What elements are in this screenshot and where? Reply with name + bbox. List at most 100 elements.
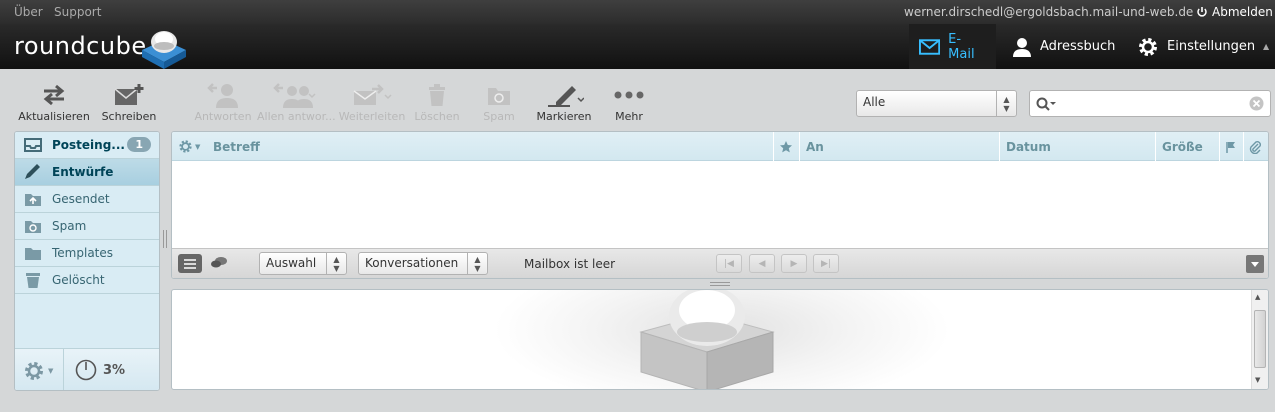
list-view-button[interactable] — [178, 254, 202, 273]
gear-icon — [25, 362, 43, 380]
spam-label: Spam — [483, 110, 515, 123]
search-options-icon[interactable] — [1036, 97, 1056, 111]
previous-page-button[interactable]: ◀ — [749, 254, 775, 273]
support-link[interactable]: Support — [54, 5, 101, 19]
list-options-button[interactable]: ▼ — [178, 139, 200, 154]
about-link[interactable]: Über — [14, 5, 43, 19]
delete-label: Löschen — [414, 110, 460, 123]
refresh-button[interactable]: Aktualisieren — [18, 81, 90, 123]
mark-button[interactable]: Markieren — [534, 81, 594, 123]
column-subject-label: Betreff — [213, 139, 260, 154]
username: werner.dirschedl@ergoldsbach.mail-und-we… — [904, 5, 1194, 19]
select-arrows-icon: ▲ ▼ — [996, 91, 1016, 116]
mark-label: Markieren — [536, 110, 592, 123]
compose-button[interactable]: Schreiben — [100, 81, 158, 123]
reply-button[interactable]: Antworten — [194, 81, 252, 123]
last-page-icon: ▶| — [821, 258, 831, 269]
header-collapse-icon[interactable]: ▲ — [1263, 42, 1269, 51]
folder-trash[interactable]: Gelöscht — [15, 267, 159, 294]
search-box — [1029, 90, 1271, 117]
task-addressbook-label: Adressbuch — [1040, 39, 1116, 54]
select-menu-value: Auswahl — [266, 256, 317, 270]
preview-pane: ▲ ▼ — [171, 289, 1269, 390]
gear-icon — [1139, 37, 1157, 56]
column-date[interactable]: Datum — [999, 132, 1155, 161]
roundcube-logo-icon — [142, 31, 186, 69]
task-settings[interactable]: Einstellungen — [1127, 24, 1265, 69]
list-lines-icon — [184, 258, 196, 269]
message-list: ▼ Betreff An Datum Größe Auswahl ▲ ▼ Konv… — [171, 131, 1269, 279]
vertical-splitter[interactable] — [163, 230, 164, 248]
dropdown-arrow-icon: ▼ — [195, 142, 201, 151]
more-button[interactable]: Mehr — [608, 81, 650, 123]
quota-display: 3% — [75, 359, 125, 381]
envelope-icon — [919, 38, 941, 55]
footer-divider — [63, 349, 64, 390]
select-arrows-icon: ▲ ▼ — [467, 253, 487, 274]
folder-inbox[interactable]: Posteing... 1 — [15, 132, 159, 159]
folder-settings-button[interactable]: ▼ — [23, 360, 53, 382]
forward-icon — [353, 84, 392, 105]
reply-all-label: Allen antwor... — [257, 110, 336, 123]
reply-icon — [207, 83, 238, 108]
folder-drafts[interactable]: Entwürfe — [15, 159, 159, 186]
reply-all-button[interactable]: Allen antwor... — [257, 81, 336, 123]
pencil-icon — [25, 164, 40, 179]
folder-drafts-label: Entwürfe — [52, 165, 114, 179]
column-size[interactable]: Größe — [1155, 132, 1219, 161]
preview-scrollbar[interactable]: ▲ ▼ — [1251, 290, 1268, 389]
column-flag[interactable] — [1219, 132, 1243, 161]
first-page-button[interactable]: |◀ — [716, 254, 742, 273]
search-input[interactable] — [1060, 94, 1240, 113]
clear-search-icon[interactable] — [1249, 96, 1264, 111]
folder-spam[interactable]: Spam — [15, 213, 159, 240]
logout-label: Abmelden — [1212, 5, 1273, 19]
folder-inbox-label: Posteing... — [52, 138, 125, 152]
logo-text: roundcube — [14, 32, 147, 60]
paperclip-icon — [1249, 140, 1261, 154]
spam-button[interactable]: Spam — [476, 81, 522, 123]
scroll-down-icon[interactable]: ▼ — [1255, 376, 1260, 384]
logo[interactable]: roundcube — [14, 32, 147, 60]
person-icon — [1013, 37, 1031, 57]
quota-value: 3% — [103, 362, 126, 378]
horizontal-splitter[interactable] — [710, 282, 730, 283]
next-page-button[interactable]: ▶ — [781, 254, 807, 273]
task-email[interactable]: E-Mail — [909, 24, 996, 69]
task-email-label: E-Mail — [948, 31, 975, 62]
trash-icon — [26, 273, 40, 288]
folder-sent[interactable]: Gesendet — [15, 186, 159, 213]
delete-button[interactable]: Löschen — [412, 81, 462, 123]
collapse-arrow-icon — [1251, 262, 1259, 267]
filter-select[interactable]: Alle ▲ ▼ — [856, 90, 1017, 117]
gear-icon — [179, 140, 192, 153]
folder-list-empty-area — [15, 294, 159, 348]
spam-icon — [488, 88, 510, 105]
task-addressbook[interactable]: Adressbuch — [1002, 24, 1125, 69]
column-size-label: Größe — [1162, 139, 1203, 154]
logout-button[interactable]: Abmelden — [1196, 5, 1273, 19]
threads-menu[interactable]: Konversationen ▲ ▼ — [358, 252, 488, 275]
toggle-preview-button[interactable] — [1246, 255, 1264, 273]
column-to[interactable]: An — [799, 132, 999, 161]
spam-folder-icon — [25, 221, 41, 233]
folder-templates-label: Templates — [52, 246, 114, 260]
power-icon — [1197, 7, 1207, 17]
folder-spam-label: Spam — [52, 219, 87, 233]
task-settings-label: Einstellungen — [1167, 39, 1256, 54]
select-menu[interactable]: Auswahl ▲ ▼ — [259, 252, 347, 275]
top-bar: Über Support werner.dirschedl@ergoldsbac… — [0, 0, 1275, 24]
inbox-icon — [24, 138, 42, 152]
scroll-up-icon[interactable]: ▲ — [1255, 293, 1260, 301]
sent-icon — [25, 194, 41, 206]
column-subject[interactable]: Betreff — [207, 132, 773, 161]
column-flagged[interactable] — [773, 132, 799, 161]
conversation-icon — [211, 257, 227, 268]
column-attachment[interactable] — [1243, 132, 1268, 161]
scrollbar-thumb[interactable] — [1254, 310, 1266, 368]
refresh-icon — [43, 84, 65, 106]
threads-view-button[interactable] — [210, 256, 228, 273]
forward-button[interactable]: Weiterleiten — [337, 81, 407, 123]
last-page-button[interactable]: ▶| — [813, 254, 839, 273]
folder-templates[interactable]: Templates — [15, 240, 159, 267]
